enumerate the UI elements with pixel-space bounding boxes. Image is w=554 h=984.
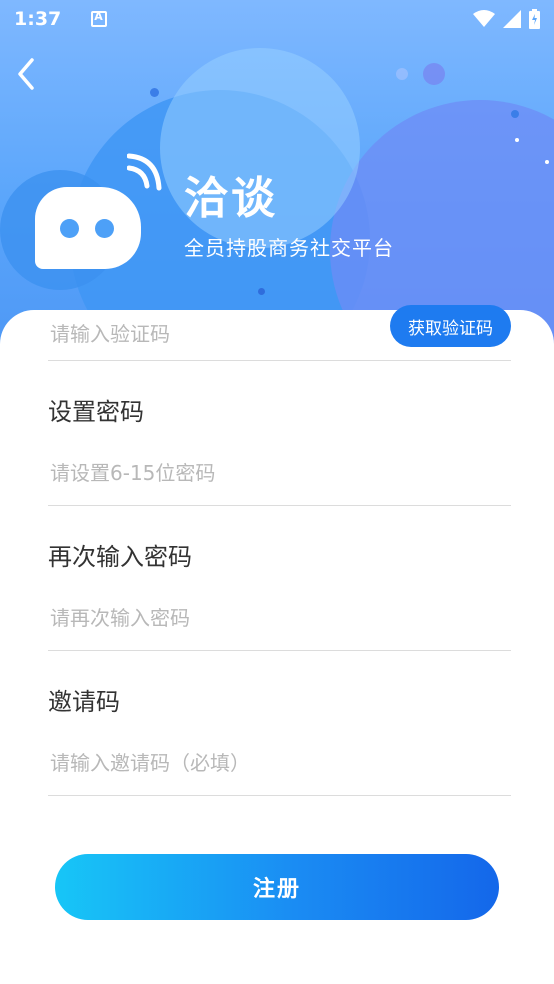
battery-icon (529, 9, 540, 29)
decor-dot (396, 68, 408, 80)
confirm-password-input[interactable] (48, 586, 511, 650)
signal-icon (503, 10, 521, 28)
app-icon (91, 10, 108, 27)
password-label: 设置密码 (48, 398, 144, 426)
decor-dot (258, 288, 265, 295)
decor-dot (511, 110, 519, 118)
app-title: 洽谈 (184, 173, 278, 224)
verification-code-row: 获取验证码 (48, 305, 511, 361)
decor-dot (545, 160, 549, 164)
status-bar: 1:37 (0, 0, 554, 38)
register-screen: 1:37 A 洽谈 全员持股商务社交平台 请输入验证码 获取验证码 设置密码 再… (0, 0, 554, 984)
invite-code-input[interactable] (48, 731, 511, 795)
invite-code-label: 邀请码 (48, 688, 120, 716)
back-button[interactable] (8, 54, 44, 94)
logo-eye (95, 219, 114, 238)
app-logo (35, 150, 170, 270)
confirm-password-label: 再次输入密码 (48, 543, 192, 571)
app-slogan: 全员持股商务社交平台 (184, 236, 394, 260)
decor-dot (150, 88, 159, 97)
password-input[interactable] (48, 441, 511, 505)
wifi-icon (473, 10, 495, 27)
password-row (48, 440, 511, 506)
decor-dot (423, 63, 445, 85)
invite-code-row (48, 730, 511, 796)
register-button[interactable]: 注册 (55, 854, 499, 920)
confirm-password-row (48, 585, 511, 651)
status-time: 1:37 (14, 8, 62, 30)
decor-dot (515, 138, 519, 142)
logo-eye (60, 219, 79, 238)
status-indicators (473, 9, 540, 29)
chat-bubble (35, 187, 141, 269)
wifi-waves-icon (127, 153, 162, 191)
chevron-left-icon (18, 58, 34, 90)
get-code-button[interactable]: 获取验证码 (390, 305, 511, 347)
